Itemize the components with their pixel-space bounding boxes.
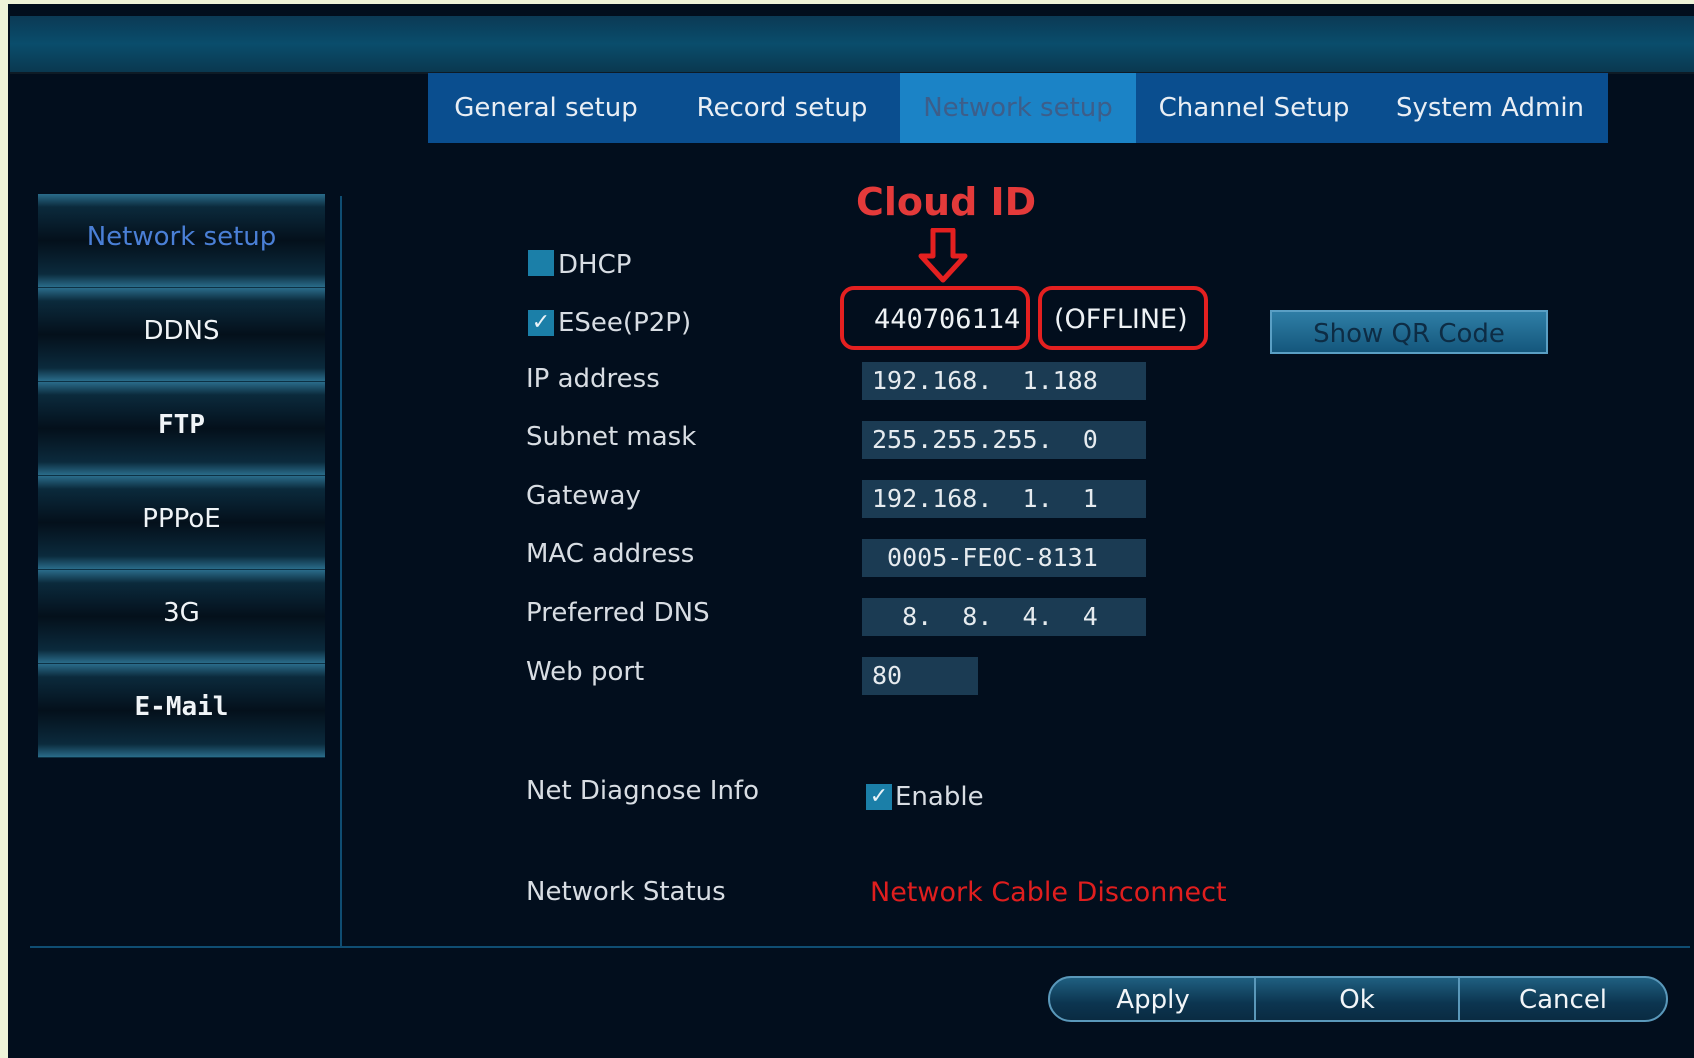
gateway-field[interactable]: 192.168. 1. 1 — [862, 480, 1146, 518]
network-status-value: Network Cable Disconnect — [870, 877, 1227, 908]
tab-channel-setup[interactable]: Channel Setup — [1136, 73, 1372, 143]
dvr-window: General setup Record setup Network setup… — [8, 4, 1694, 1058]
sidebar-item-ddns[interactable]: DDNS — [38, 288, 325, 382]
web-port-label: Web port — [526, 657, 645, 687]
sidebar: Network setup DDNS FTP PPPoE 3G E-Mail — [38, 194, 325, 758]
esee-label: ESee(P2P) — [558, 308, 692, 338]
tab-record-setup[interactable]: Record setup — [664, 73, 900, 143]
cloud-id-value: 440706114 — [874, 304, 1021, 335]
network-status-label: Network Status — [526, 877, 726, 907]
preferred-dns-field[interactable]: 8. 8. 4. 4 — [862, 598, 1146, 636]
web-port-field[interactable]: 80 — [862, 657, 978, 695]
subnet-mask-label: Subnet mask — [526, 422, 697, 452]
net-diagnose-checkbox[interactable]: ✓ — [866, 784, 892, 810]
sidebar-item-email[interactable]: E-Mail — [38, 664, 325, 758]
cloud-status: (OFFLINE) — [1054, 304, 1188, 335]
tab-bar: General setup Record setup Network setup… — [428, 73, 1608, 143]
tab-network-setup[interactable]: Network setup — [900, 73, 1136, 143]
apply-button[interactable]: Apply — [1048, 976, 1258, 1022]
ip-address-field[interactable]: 192.168. 1.188 — [862, 362, 1146, 400]
arrow-down-icon — [918, 228, 968, 283]
sidebar-item-ftp[interactable]: FTP — [38, 382, 325, 476]
sidebar-item-3g[interactable]: 3G — [38, 570, 325, 664]
dhcp-label: DHCP — [558, 250, 632, 280]
esee-checkbox[interactable]: ✓ — [528, 310, 554, 336]
ok-button[interactable]: Ok — [1254, 976, 1460, 1022]
sidebar-item-pppoe[interactable]: PPPoE — [38, 476, 325, 570]
subnet-mask-field[interactable]: 255.255.255. 0 — [862, 421, 1146, 459]
cancel-button[interactable]: Cancel — [1458, 976, 1668, 1022]
preferred-dns-label: Preferred DNS — [526, 598, 710, 628]
show-qr-code-button[interactable]: Show QR Code — [1270, 310, 1548, 354]
sidebar-item-network-setup[interactable]: Network setup — [38, 194, 325, 288]
mac-address-field: 0005-FE0C-8131 — [862, 539, 1146, 577]
sidebar-divider — [340, 196, 342, 948]
mac-address-label: MAC address — [526, 539, 695, 569]
net-diagnose-enable-label: Enable — [895, 782, 984, 812]
footer-divider — [30, 946, 1690, 948]
ip-address-label: IP address — [526, 364, 660, 394]
net-diagnose-label: Net Diagnose Info — [526, 776, 759, 806]
gateway-label: Gateway — [526, 481, 641, 511]
tab-system-admin[interactable]: System Admin — [1372, 73, 1608, 143]
title-bar — [10, 16, 1694, 74]
tab-general-setup[interactable]: General setup — [428, 73, 664, 143]
dhcp-checkbox[interactable] — [528, 250, 554, 276]
cloud-id-annotation: Cloud ID — [856, 180, 1037, 224]
